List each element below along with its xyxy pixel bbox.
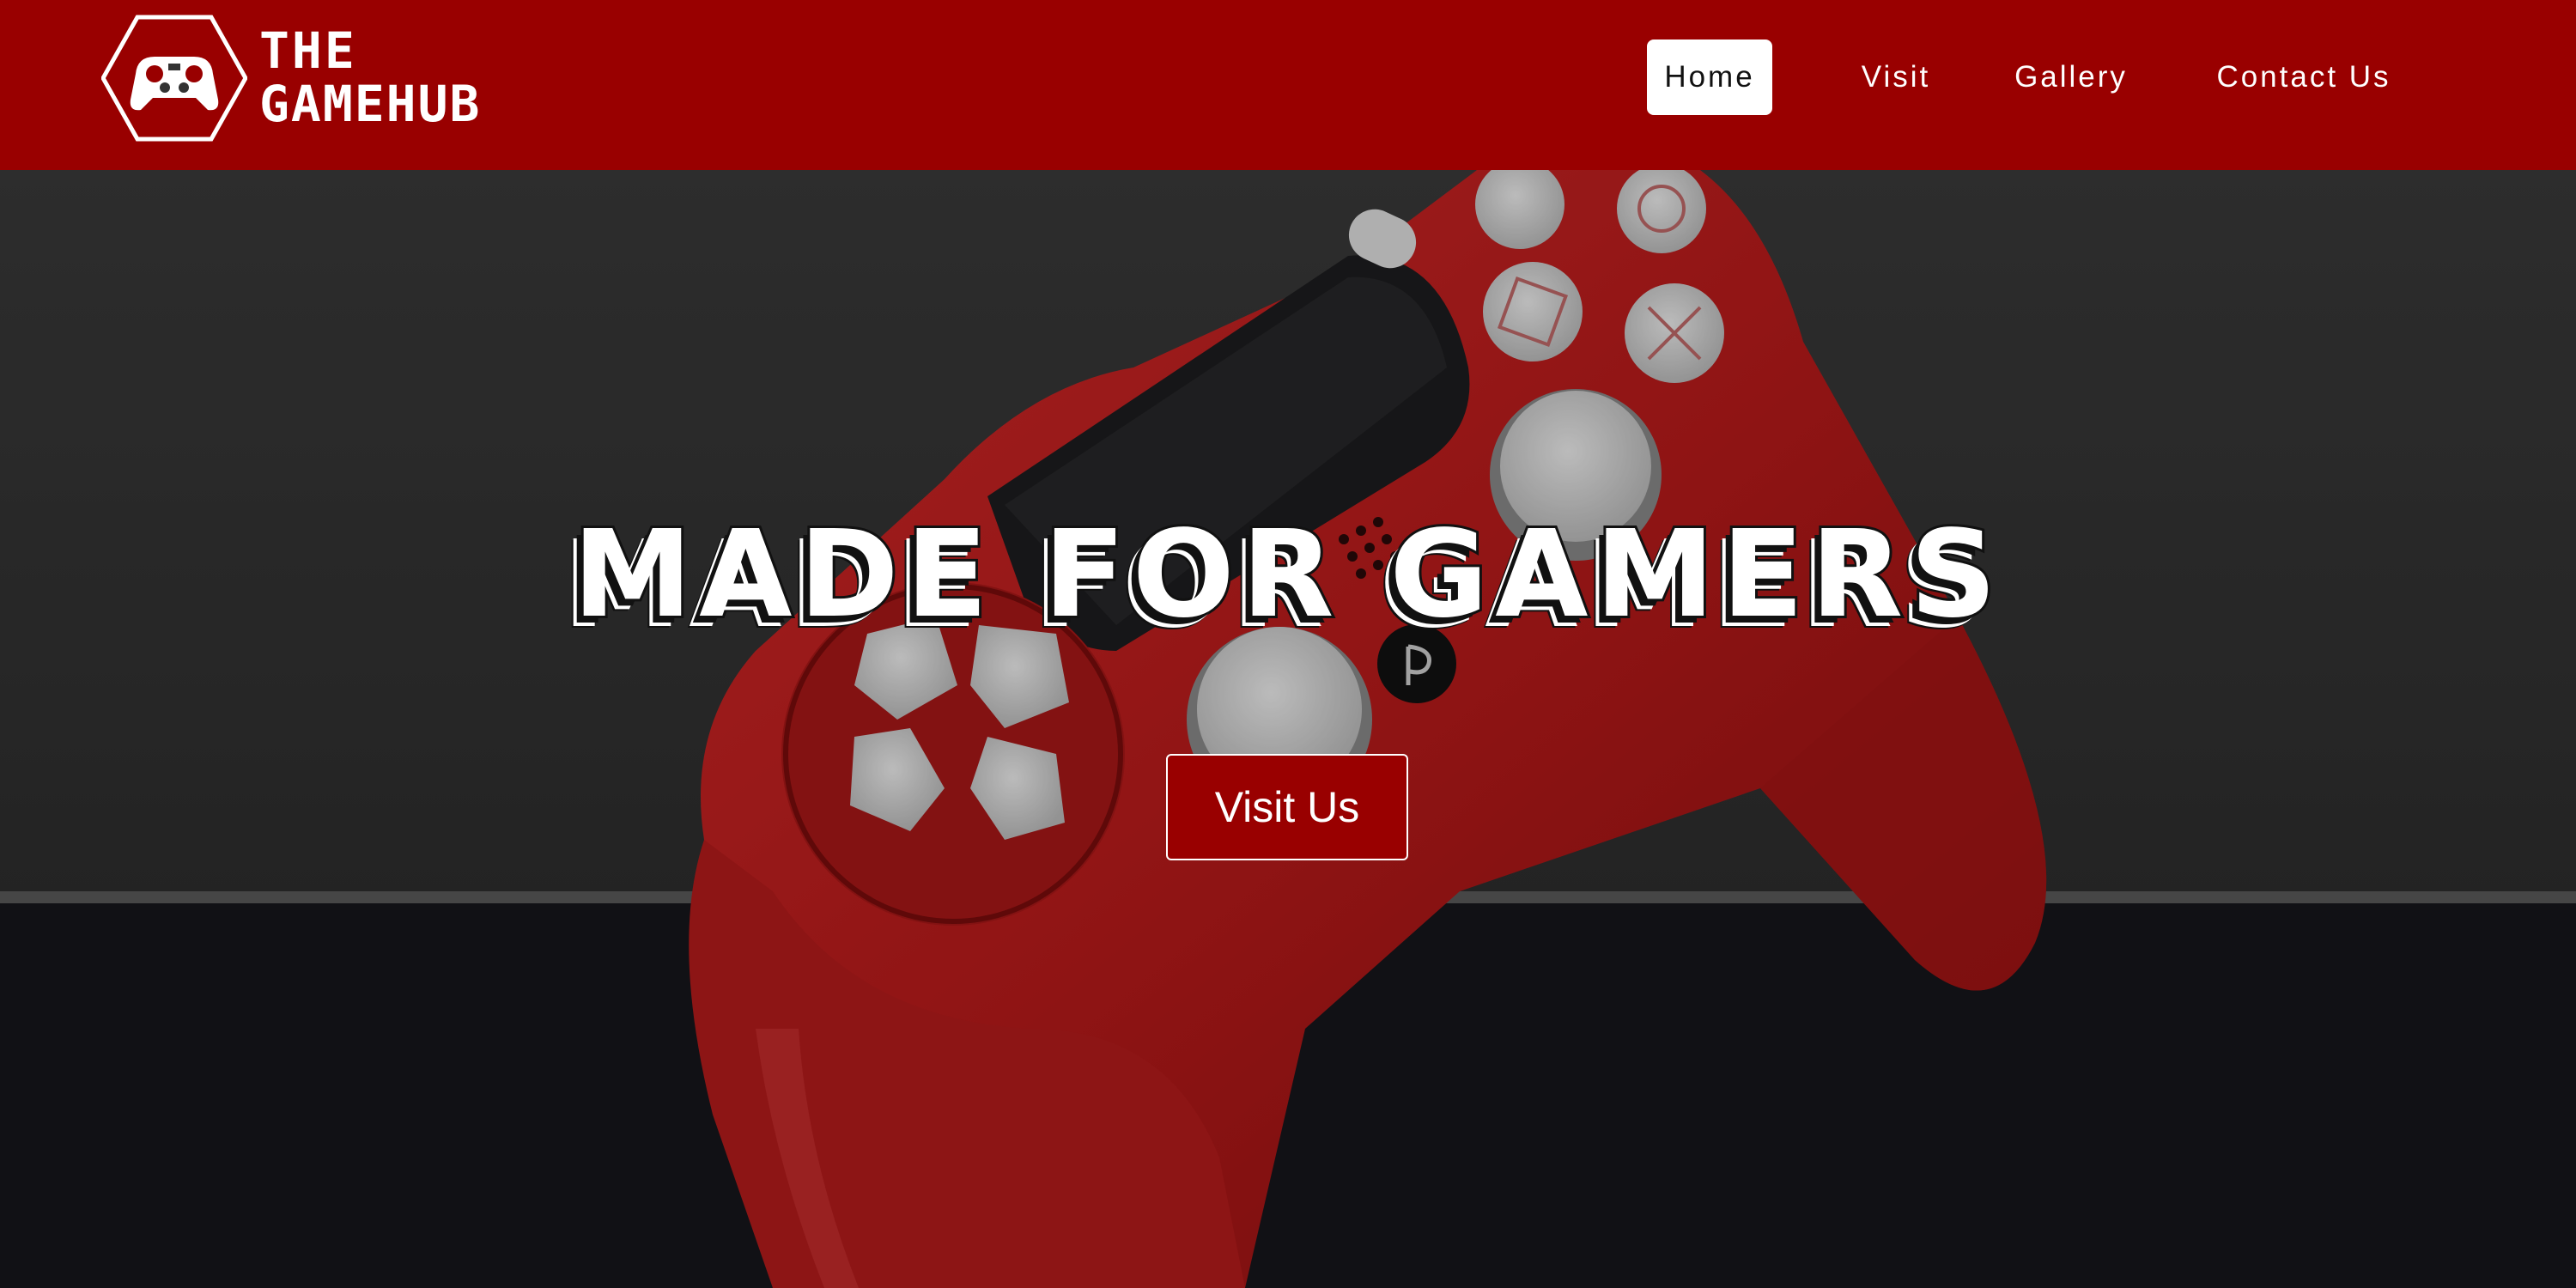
hero-title: MADE FOR GAMERS	[570, 502, 2004, 647]
gamepad-hexagon-icon	[101, 15, 247, 142]
hero-section: MADE FOR GAMERS Visit Us	[0, 170, 2576, 1288]
nav-gallery-link[interactable]: Gallery	[1994, 39, 2148, 115]
nav-contact-us-link[interactable]: Contact Us	[2196, 39, 2411, 115]
hero-background-controller-image	[0, 170, 2576, 1288]
navbar: THE GAMEHUB Home Visit Gallery Contact U…	[0, 0, 2576, 170]
visit-us-button[interactable]: Visit Us	[1166, 754, 1408, 860]
brand-line-2: GAMEHUB	[259, 75, 482, 133]
brand-logo[interactable]: THE GAMEHUB	[101, 14, 548, 143]
brand-line-1: THE	[259, 21, 357, 80]
brand-name: THE GAMEHUB	[259, 26, 481, 129]
nav-home-link[interactable]: Home	[1647, 39, 1772, 115]
nav-visit-link[interactable]: Visit	[1838, 39, 1954, 115]
